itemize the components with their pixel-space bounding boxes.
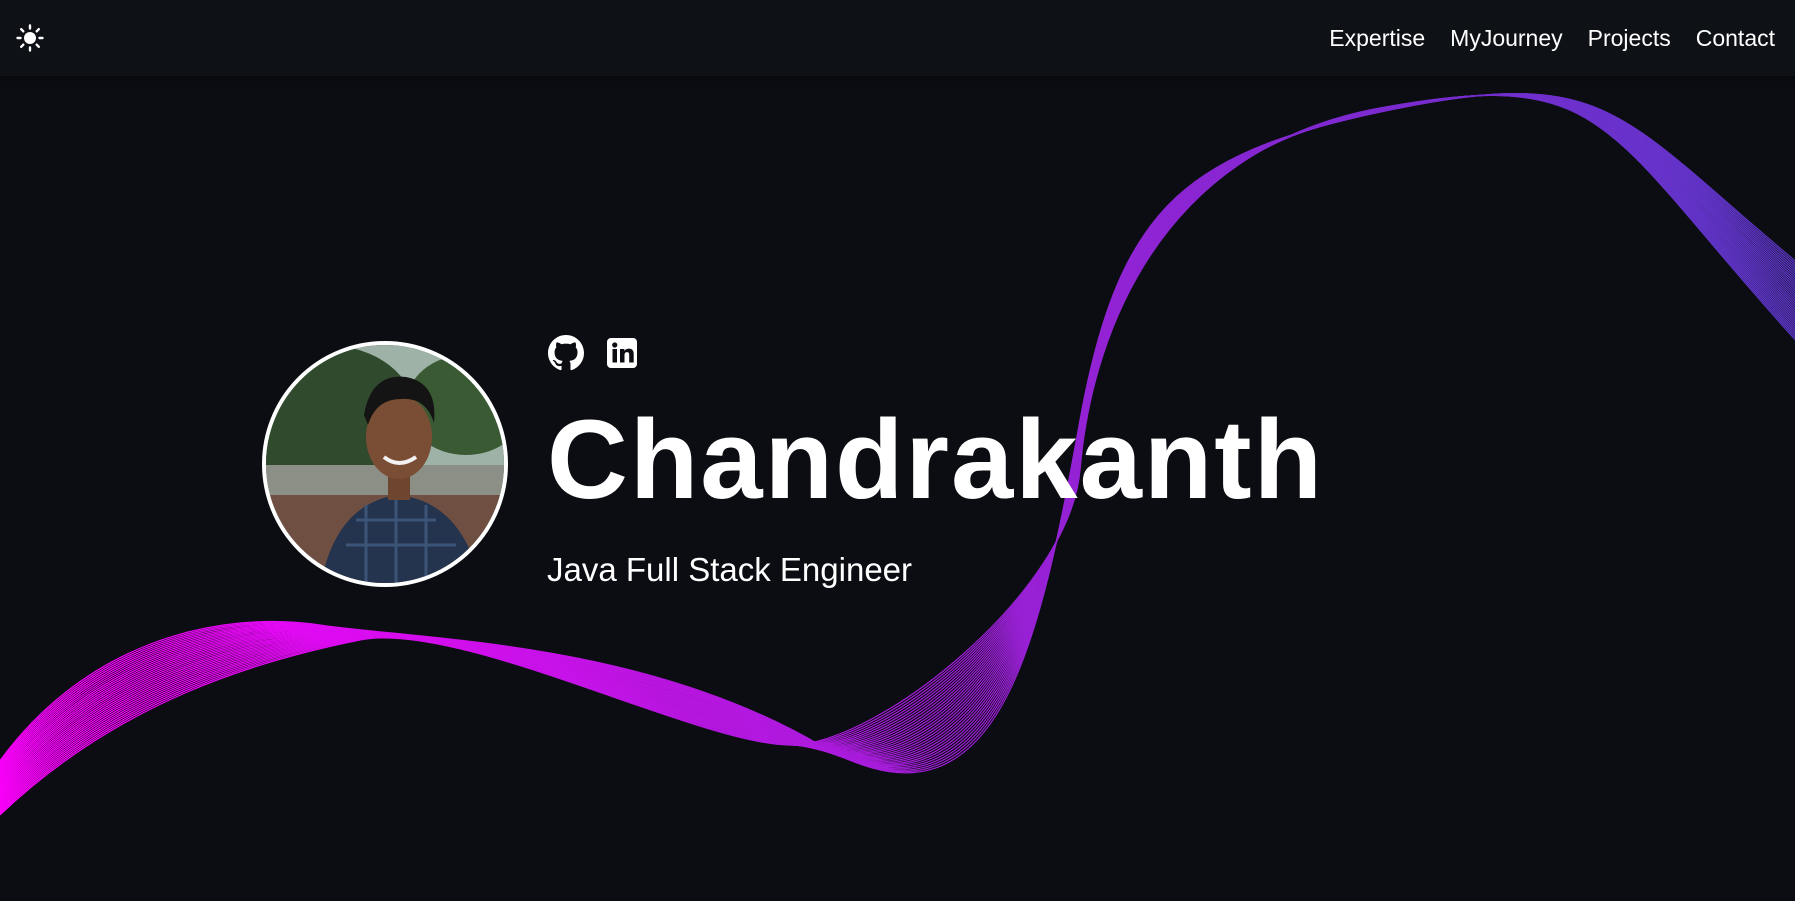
github-icon	[548, 335, 584, 371]
nav-link-myjourney[interactable]: MyJourney	[1450, 25, 1562, 52]
avatar	[262, 341, 508, 587]
hero-role: Java Full Stack Engineer	[547, 551, 913, 588]
github-link[interactable]	[547, 334, 585, 372]
theme-toggle-button[interactable]	[14, 22, 46, 54]
hero-section: Chandrakanth Java Full Stack Engineer	[0, 0, 1795, 901]
profile-photo	[266, 345, 504, 583]
social-links	[547, 334, 641, 372]
nav-link-expertise[interactable]: Expertise	[1329, 25, 1425, 52]
linkedin-icon	[607, 338, 637, 368]
hero-name: Chandrakanth	[547, 397, 1324, 522]
page: Expertise MyJourney Projects Contact Cha…	[0, 0, 1795, 901]
sun-icon	[16, 24, 44, 52]
linkedin-link[interactable]	[603, 334, 641, 372]
navbar: Expertise MyJourney Projects Contact	[0, 0, 1795, 76]
nav-link-contact[interactable]: Contact	[1696, 25, 1775, 52]
nav-link-projects[interactable]: Projects	[1588, 25, 1671, 52]
nav-links: Expertise MyJourney Projects Contact	[1329, 0, 1775, 76]
